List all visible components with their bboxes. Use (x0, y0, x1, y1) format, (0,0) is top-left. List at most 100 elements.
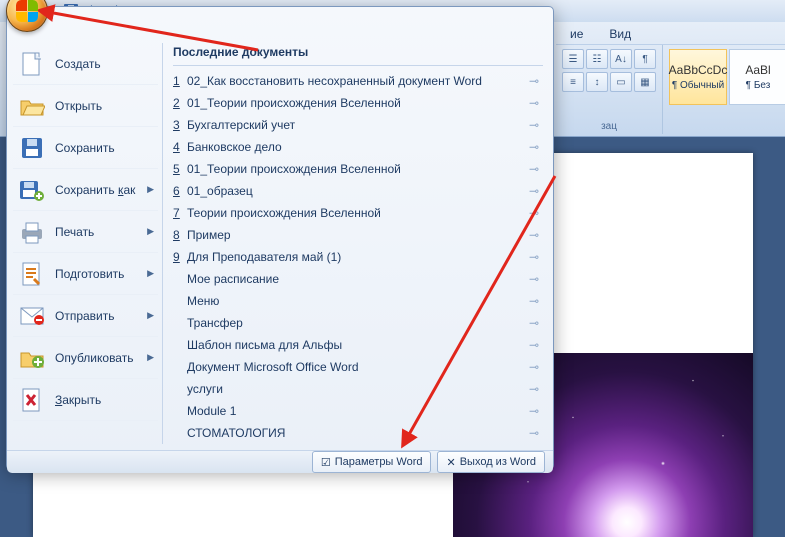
pin-icon[interactable]: ⊸ (529, 250, 543, 264)
recent-document-item[interactable]: Module 1⊸ (173, 400, 543, 422)
menu-item-save[interactable]: Сохранить (13, 127, 158, 169)
submenu-arrow-icon: ▶ (147, 352, 154, 363)
send-icon (19, 303, 45, 329)
recent-document-item[interactable]: Документ Microsoft Office Word⊸ (173, 356, 543, 378)
recent-documents-title: Последние документы (173, 43, 543, 66)
pin-icon[interactable]: ⊸ (529, 382, 543, 396)
recent-item-label: Мое расписание (187, 272, 529, 286)
recent-item-label: Документ Microsoft Office Word (187, 360, 529, 374)
recent-item-label: услуги (187, 382, 529, 396)
menu-item-label: Опубликовать (55, 351, 133, 365)
recent-document-item[interactable]: 8Пример⊸ (173, 224, 543, 246)
recent-item-number: 3 (173, 118, 187, 132)
recent-document-item[interactable]: 4Банковское дело⊸ (173, 136, 543, 158)
style-no-spacing[interactable]: AaBl ¶ Без (729, 49, 785, 105)
paragraph-group-label: зац (562, 121, 656, 132)
recent-item-label: Пример (187, 228, 529, 242)
word-options-button[interactable]: ☑ Параметры Word (312, 451, 432, 473)
recent-document-item[interactable]: услуги⊸ (173, 378, 543, 400)
menu-item-saveas[interactable]: Сохранить как ▶ (13, 169, 158, 211)
recent-document-item[interactable]: 501_Теории происхождения Вселенной⊸ (173, 158, 543, 180)
recent-document-item[interactable]: 102_Как восстановить несохраненный докум… (173, 70, 543, 92)
pin-icon[interactable]: ⊸ (529, 294, 543, 308)
recent-item-label: Меню (187, 294, 529, 308)
menu-item-prepare[interactable]: Подготовить▶ (13, 253, 158, 295)
recent-item-label: Для Преподавателя май (1) (187, 250, 529, 264)
publish-icon (19, 345, 45, 371)
pin-icon[interactable]: ⊸ (529, 74, 543, 88)
office-logo-icon (16, 0, 38, 22)
tab-view[interactable]: Вид (599, 24, 641, 44)
recent-item-label: Шаблон письма для Альфы (187, 338, 529, 352)
menu-item-publish[interactable]: Опубликовать ▶ (13, 337, 158, 379)
recent-document-item[interactable]: 9Для Преподавателя май (1)⊸ (173, 246, 543, 268)
recent-item-label: СТОМАТОЛОГИЯ (187, 426, 529, 440)
style-normal[interactable]: AaBbCcDc ¶ Обычный (669, 49, 727, 105)
recent-documents-list: 102_Как восстановить несохраненный докум… (173, 70, 543, 444)
print-icon (19, 219, 45, 245)
pin-icon[interactable]: ⊸ (529, 118, 543, 132)
recent-document-item[interactable]: 7Теории происхождения Вселенной⊸ (173, 202, 543, 224)
recent-item-label: 01_Теории происхождения Вселенной (187, 162, 529, 176)
recent-item-number: 4 (173, 140, 187, 154)
number-list-button[interactable]: ☷ (586, 49, 608, 69)
office-menu: Создать Открыть Сохранить Сохранить как ▶ Печ… (6, 6, 554, 470)
save-icon (19, 135, 45, 161)
recent-document-item[interactable]: Меню⊸ (173, 290, 543, 312)
pin-icon[interactable]: ⊸ (529, 316, 543, 330)
recent-item-number: 6 (173, 184, 187, 198)
recent-item-number: 8 (173, 228, 187, 242)
recent-item-label: 01_образец (187, 184, 529, 198)
exit-icon: ✕ (446, 456, 455, 469)
menu-item-label: Открыть (55, 99, 102, 113)
close-icon (19, 387, 45, 413)
recent-item-number: 5 (173, 162, 187, 176)
pin-icon[interactable]: ⊸ (529, 206, 543, 220)
recent-document-item[interactable]: 601_образец⊸ (173, 180, 543, 202)
pin-icon[interactable]: ⊸ (529, 96, 543, 110)
pin-icon[interactable]: ⊸ (529, 272, 543, 286)
exit-word-button[interactable]: ✕ Выход из Word (437, 451, 545, 473)
recent-document-item[interactable]: Мое расписание⊸ (173, 268, 543, 290)
office-menu-recent-panel: Последние документы 102_Как восстановить… (163, 43, 547, 444)
recent-item-label: 02_Как восстановить несохраненный докуме… (187, 74, 529, 88)
menu-item-print[interactable]: Печать▶ (13, 211, 158, 253)
recent-document-item[interactable]: СТОМАТОЛОГИЯ⊸ (173, 422, 543, 444)
shading-button[interactable]: ▭ (610, 72, 632, 92)
line-spacing-button[interactable]: ↕ (586, 72, 608, 92)
pin-icon[interactable]: ⊸ (529, 338, 543, 352)
pin-icon[interactable]: ⊸ (529, 140, 543, 154)
pin-icon[interactable]: ⊸ (529, 404, 543, 418)
pin-icon[interactable]: ⊸ (529, 162, 543, 176)
recent-document-item[interactable]: Шаблон письма для Альфы⊸ (173, 334, 543, 356)
pin-icon[interactable]: ⊸ (529, 426, 543, 440)
recent-document-item[interactable]: 201_Теории происхождения Вселенной⊸ (173, 92, 543, 114)
options-icon: ☑ (321, 456, 331, 469)
pin-icon[interactable]: ⊸ (529, 360, 543, 374)
menu-item-label: Подготовить (55, 267, 124, 281)
recent-item-label: Банковское дело (187, 140, 529, 154)
recent-item-label: Теории происхождения Вселенной (187, 206, 529, 220)
show-marks-button[interactable]: ¶ (634, 49, 656, 69)
recent-document-item[interactable]: 3Бухгалтерский учет⊸ (173, 114, 543, 136)
sort-button[interactable]: A↓ (610, 49, 632, 69)
menu-item-label: Отправить (55, 309, 115, 323)
tab-unknown[interactable]: ие (560, 24, 593, 44)
menu-item-new[interactable]: Создать (13, 43, 158, 85)
menu-item-close[interactable]: Закрыть (13, 379, 158, 421)
menu-item-open[interactable]: Открыть (13, 85, 158, 127)
open-icon (19, 93, 45, 119)
pin-icon[interactable]: ⊸ (529, 228, 543, 242)
borders-button[interactable]: ▦ (634, 72, 656, 92)
recent-item-label: Бухгалтерский учет (187, 118, 529, 132)
recent-item-label: Трансфер (187, 316, 529, 330)
recent-document-item[interactable]: Трансфер⊸ (173, 312, 543, 334)
align-left-button[interactable]: ≡ (562, 72, 584, 92)
bullet-list-button[interactable]: ☰ (562, 49, 584, 69)
pin-icon[interactable]: ⊸ (529, 184, 543, 198)
office-menu-footer: ☑ Параметры Word ✕ Выход из Word (7, 450, 553, 473)
menu-item-send[interactable]: Отправить▶ (13, 295, 158, 337)
menu-item-label: Сохранить (55, 141, 115, 155)
submenu-arrow-icon: ▶ (147, 184, 154, 195)
menu-item-label: Сохранить как (55, 183, 135, 197)
